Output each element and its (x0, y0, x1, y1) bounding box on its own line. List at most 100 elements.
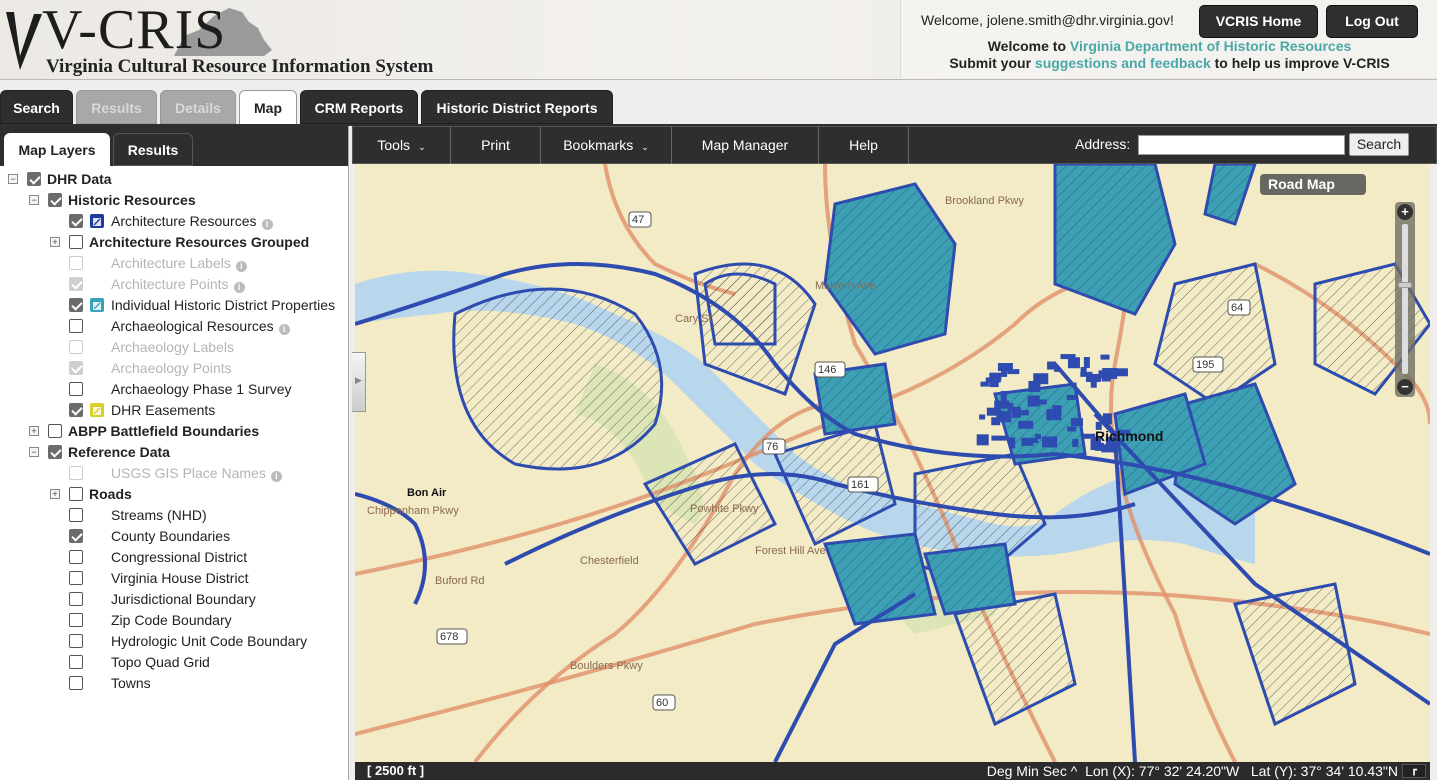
layer-checkbox[interactable] (69, 403, 83, 417)
map-manager-button[interactable]: Map Manager (672, 127, 819, 165)
layer-label[interactable]: Archaeology Points (111, 358, 232, 379)
layer-checkbox[interactable] (69, 382, 83, 396)
tab-map-layers[interactable]: Map Layers (4, 133, 110, 166)
architecture-resource (1101, 370, 1111, 382)
layer-row: − Historic Resources (0, 190, 348, 211)
layer-checkbox[interactable] (69, 676, 83, 690)
architecture-resource (1067, 426, 1077, 432)
map-canvas[interactable]: Richmond Bon Air Chippenham Pkwy Malvern Av… (355, 164, 1430, 762)
layer-label[interactable]: Archaeology Labels (111, 337, 234, 358)
address-input[interactable] (1138, 135, 1345, 155)
help-button[interactable]: Help (819, 127, 909, 165)
zoom-track[interactable] (1402, 224, 1408, 374)
layer-label[interactable]: DHR Easements (111, 400, 215, 421)
layer-label[interactable]: County Boundaries (111, 526, 230, 547)
vcris-home-button[interactable]: VCRIS Home (1199, 5, 1318, 38)
layer-checkbox[interactable] (69, 508, 83, 522)
layer-label[interactable]: USGS GIS Place Names i (111, 463, 282, 484)
zoom-in-button[interactable]: + (1397, 204, 1413, 220)
layer-label[interactable]: Architecture Resources i (111, 211, 273, 232)
layer-row: − DHR Data (0, 169, 348, 190)
vcris-logo[interactable]: V-CRIS Virginia Cultural Resource Inform… (2, 0, 442, 78)
bookmarks-menu[interactable]: Bookmarks ⌄ (541, 127, 672, 165)
collapse-panel-handle[interactable]: ▶ (352, 352, 366, 412)
architecture-resource (1016, 410, 1029, 416)
layer-checkbox[interactable] (69, 550, 83, 564)
layer-label[interactable]: Virginia House District (111, 568, 248, 589)
layer-label[interactable]: Streams (NHD) (111, 505, 207, 526)
layer-row: Architecture Resources i (0, 211, 348, 232)
feedback-link[interactable]: suggestions and feedback (1035, 55, 1211, 71)
tab-map[interactable]: Map (239, 90, 297, 126)
route-shield-label: 76 (766, 441, 778, 453)
layer-checkbox[interactable] (69, 655, 83, 669)
zoom-slider[interactable]: + − (1395, 202, 1415, 397)
layer-label[interactable]: Historic Resources (68, 190, 196, 211)
layer-checkbox[interactable] (27, 172, 41, 186)
layer-checkbox[interactable] (69, 592, 83, 606)
info-icon[interactable]: i (261, 219, 273, 230)
tab-results[interactable]: Results (76, 90, 157, 124)
layer-label[interactable]: Archaeological Resources i (111, 316, 290, 337)
expand-corner-button[interactable]: ┏ (1402, 764, 1426, 778)
layer-row: Archaeology Labels (0, 337, 348, 358)
layer-label[interactable]: DHR Data (47, 169, 112, 190)
layer-label[interactable]: Topo Quad Grid (111, 652, 210, 673)
layer-label[interactable]: Architecture Labels i (111, 253, 247, 274)
collapse-icon[interactable]: − (29, 195, 39, 205)
layer-label[interactable]: Roads (89, 484, 132, 505)
info-icon[interactable]: i (278, 324, 290, 335)
tab-crm-reports[interactable]: CRM Reports (300, 90, 418, 124)
layer-label[interactable]: Zip Code Boundary (111, 610, 232, 631)
layer-checkbox[interactable] (48, 424, 62, 438)
layer-checkbox[interactable] (69, 319, 83, 333)
layer-checkbox[interactable] (69, 613, 83, 627)
basemap-toggle-button[interactable]: Road Map (1260, 174, 1366, 195)
layer-label[interactable]: Architecture Resources Grouped (89, 232, 309, 253)
logout-button[interactable]: Log Out (1326, 5, 1418, 38)
tools-menu[interactable]: Tools ⌄ (353, 127, 451, 165)
layer-label[interactable]: Architecture Points i (111, 274, 245, 295)
tab-left-results[interactable]: Results (113, 133, 193, 166)
layer-label[interactable]: Congressional District (111, 547, 247, 568)
layer-checkbox[interactable] (69, 298, 83, 312)
dhr-link[interactable]: Virginia Department of Historic Resource… (1070, 38, 1351, 54)
collapse-icon[interactable]: − (29, 447, 39, 457)
road-label: Chesterfield (580, 555, 639, 567)
layer-label[interactable]: Hydrologic Unit Code Boundary (111, 631, 307, 652)
expand-icon[interactable]: + (50, 489, 60, 499)
tab-search[interactable]: Search (0, 90, 73, 124)
info-icon[interactable]: i (233, 282, 245, 293)
layer-checkbox[interactable] (69, 571, 83, 585)
layer-checkbox[interactable] (48, 193, 62, 207)
tab-details[interactable]: Details (160, 90, 236, 124)
tab-historic-district-reports[interactable]: Historic District Reports (421, 90, 613, 124)
legend-swatch-icon (90, 214, 104, 228)
layer-checkbox[interactable] (69, 235, 83, 249)
layer-checkbox[interactable] (69, 487, 83, 501)
layer-checkbox[interactable] (69, 214, 83, 228)
layer-label[interactable]: ABPP Battlefield Boundaries (68, 421, 259, 442)
layer-label[interactable]: Towns (111, 673, 151, 694)
zoom-out-button[interactable]: − (1397, 379, 1413, 395)
layer-label[interactable]: Archaeology Phase 1 Survey (111, 379, 292, 400)
coord-format-toggle[interactable]: Deg Min Sec ^ (987, 763, 1078, 779)
layer-checkbox[interactable] (48, 445, 62, 459)
print-button[interactable]: Print (451, 127, 541, 165)
zoom-handle[interactable] (1398, 282, 1412, 288)
layer-row: Hydrologic Unit Code Boundary (0, 631, 348, 652)
expand-icon[interactable]: + (50, 237, 60, 247)
layer-row: Architecture Points i (0, 274, 348, 295)
route-shield-label: 47 (632, 214, 644, 226)
info-icon[interactable]: i (235, 261, 247, 272)
layer-label[interactable]: Jurisdictional Boundary (111, 589, 256, 610)
collapse-icon[interactable]: − (8, 174, 18, 184)
layer-checkbox[interactable] (69, 529, 83, 543)
address-search-button[interactable]: Search (1349, 133, 1409, 156)
architecture-resource (1042, 436, 1058, 448)
layer-checkbox[interactable] (69, 634, 83, 648)
layer-label[interactable]: Individual Historic District Properties (111, 295, 335, 316)
layer-label[interactable]: Reference Data (68, 442, 170, 463)
expand-icon[interactable]: + (29, 426, 39, 436)
info-icon[interactable]: i (270, 471, 282, 482)
